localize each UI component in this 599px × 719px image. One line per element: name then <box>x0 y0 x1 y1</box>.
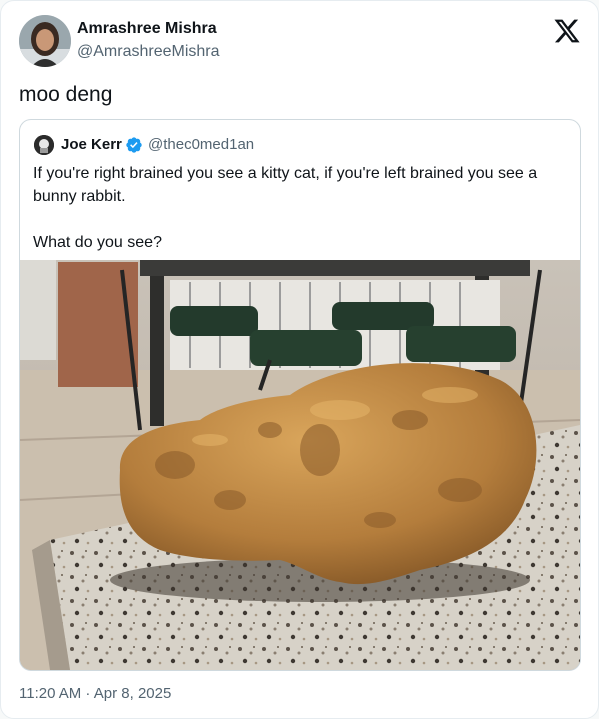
x-logo-icon[interactable] <box>553 17 581 45</box>
author-handle[interactable]: @AmrashreeMishra <box>77 43 220 61</box>
tweet-text: moo deng <box>19 83 113 106</box>
tweet-card: Amrashree Mishra @AmrashreeMishra moo de… <box>0 0 599 719</box>
tweet-timestamp[interactable]: 11:20 AM · Apr 8, 2025 <box>19 685 171 702</box>
verified-badge-icon <box>125 136 143 154</box>
quoted-tweet[interactable]: Joe Kerr @thec0med1an If you're right br… <box>19 119 581 671</box>
quoted-author-avatar[interactable] <box>34 135 54 155</box>
author-avatar[interactable] <box>19 15 71 67</box>
author-name[interactable]: Amrashree Mishra <box>77 20 217 38</box>
quoted-tweet-text: If you're right brained you see a kitty … <box>33 165 538 251</box>
quoted-author-name[interactable]: Joe Kerr <box>61 136 122 153</box>
potato-photo[interactable] <box>20 260 580 670</box>
quoted-author-handle[interactable]: @thec0med1an <box>148 136 254 153</box>
